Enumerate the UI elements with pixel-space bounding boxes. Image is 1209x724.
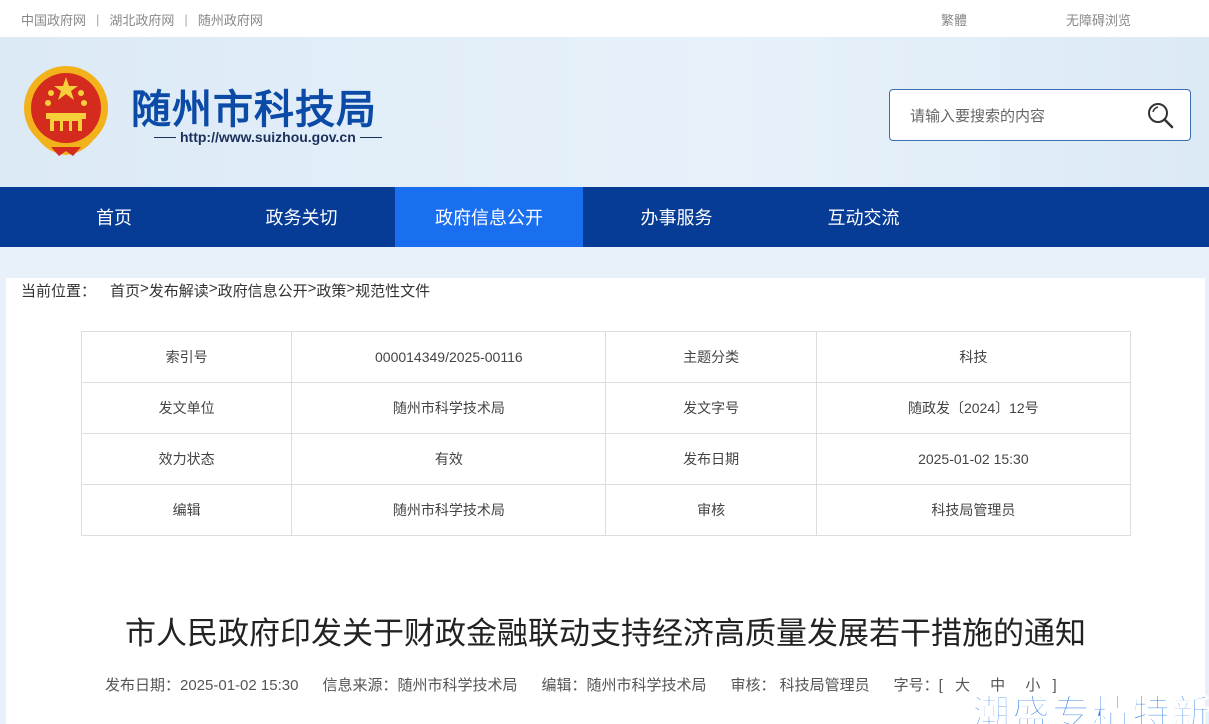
site-title: 随州市科技局 xyxy=(131,87,377,133)
nav-item-label: 政府信息公开 xyxy=(435,208,543,228)
gov-links: 中国政府网 | 湖北政府网 | 随州政府网 xyxy=(21,10,263,29)
national-emblem-icon xyxy=(24,66,108,156)
meta-label: 发文单位 xyxy=(80,382,293,434)
table-row: 索引号 000014349/2025-00116 主题分类 科技 xyxy=(80,331,1132,383)
reviewer: 审核： 科技局管理员 xyxy=(730,677,870,694)
meta-value: 科技局管理员 xyxy=(815,484,1132,536)
site-url-text: http://www.suizhou.gov.cn xyxy=(180,129,356,145)
meta-label: 发布日期 xyxy=(605,433,817,485)
main-nav: 首页 政务关切 政府信息公开 办事服务 互动交流 xyxy=(0,187,1209,247)
nav-item-home[interactable]: 首页 xyxy=(0,187,228,247)
meta-label: 效力状态 xyxy=(80,433,293,485)
top-utility-bar: 中国政府网 | 湖北政府网 | 随州政府网 繁體 无障碍浏览 xyxy=(0,0,1209,37)
nav-item-label: 首页 xyxy=(96,208,132,228)
decorative-dash xyxy=(359,136,382,138)
article-title: 市人民政府印发关于财政金融联动支持经济高质量发展若干措施的通知 xyxy=(125,616,1086,652)
meta-label: 审核 xyxy=(605,484,817,536)
meta-value: 随州市科学技术局 xyxy=(291,382,607,434)
search-input[interactable] xyxy=(910,104,1140,128)
publish-date: 发布日期：2025-01-02 15:30 xyxy=(105,677,299,694)
decorative-dash xyxy=(154,136,176,138)
breadcrumb-separator: > xyxy=(140,280,149,297)
breadcrumb-home[interactable]: 首页 xyxy=(110,280,140,301)
meta-label: 发文字号 xyxy=(605,382,817,434)
meta-value: 随政发〔2024〕12号 xyxy=(815,382,1132,434)
link-suizhou-gov[interactable]: 随州政府网 xyxy=(198,10,263,29)
editor: 编辑：随州市科学技术局 xyxy=(541,677,707,694)
accessibility-link[interactable]: 无障碍浏览 xyxy=(1066,10,1131,29)
breadcrumb-separator: > xyxy=(307,280,317,297)
nav-item-government-concerns[interactable]: 政务关切 xyxy=(228,187,375,247)
nav-item-label: 政务关切 xyxy=(265,208,338,228)
breadcrumb-release-interpretation[interactable]: 发布解读 xyxy=(149,280,209,301)
table-row: 效力状态 有效 发布日期 2025-01-02 15:30 xyxy=(80,433,1132,485)
nav-item-interaction[interactable]: 互动交流 xyxy=(770,187,957,247)
meta-value: 随州市科学技术局 xyxy=(291,484,607,536)
font-size-large-button[interactable]: 大 xyxy=(955,677,970,694)
breadcrumb-info-disclosure[interactable]: 政府信息公开 xyxy=(218,280,308,301)
site-url: http://www.suizhou.gov.cn xyxy=(150,129,386,145)
meta-value: 2025-01-02 15:30 xyxy=(815,433,1132,485)
meta-value: 科技 xyxy=(815,331,1132,383)
traditional-chinese-link[interactable]: 繁體 xyxy=(941,10,967,29)
separator: | xyxy=(96,12,100,27)
breadcrumb-policy[interactable]: 政策 xyxy=(316,280,346,301)
site-header: 随州市科技局 http://www.suizhou.gov.cn xyxy=(0,37,1209,187)
table-row: 编辑 随州市科学技术局 审核 科技局管理员 xyxy=(80,484,1132,536)
meta-value: 000014349/2025-00116 xyxy=(291,331,607,383)
breadcrumb-separator: > xyxy=(208,280,218,297)
meta-label: 主题分类 xyxy=(605,331,817,383)
nav-item-services[interactable]: 办事服务 xyxy=(583,187,770,247)
info-source: 信息来源：随州市科学技术局 xyxy=(322,677,518,694)
link-china-gov[interactable]: 中国政府网 xyxy=(21,10,86,29)
breadcrumb-normative-documents[interactable]: 规范性文件 xyxy=(355,280,430,301)
breadcrumb: 当前位置： 首页 > 发布解读 > 政府信息公开 > 政策 > 规范性文件 xyxy=(21,280,430,301)
search-icon[interactable] xyxy=(1144,100,1176,132)
breadcrumb-separator: > xyxy=(346,280,356,297)
nav-item-info-disclosure[interactable]: 政府信息公开 xyxy=(395,187,583,247)
search-box xyxy=(889,89,1191,141)
separator: | xyxy=(184,12,188,27)
meta-value: 有效 xyxy=(291,433,607,485)
nav-item-label: 互动交流 xyxy=(827,208,900,228)
watermark-overlay: 潮盛专精特新 xyxy=(971,692,1209,724)
link-hubei-gov[interactable]: 湖北政府网 xyxy=(109,10,174,29)
document-meta-table: 索引号 000014349/2025-00116 主题分类 科技 发文单位 随州… xyxy=(80,331,1132,536)
article-meta: 发布日期：2025-01-02 15:30 信息来源：随州市科学技术局 编辑：随… xyxy=(105,674,1057,695)
breadcrumb-label: 当前位置： xyxy=(21,283,97,300)
content-panel: 当前位置： 首页 > 发布解读 > 政府信息公开 > 政策 > 规范性文件 索引… xyxy=(6,278,1205,724)
meta-label: 编辑 xyxy=(80,484,293,536)
meta-label: 索引号 xyxy=(80,331,293,383)
table-row: 发文单位 随州市科学技术局 发文字号 随政发〔2024〕12号 xyxy=(80,382,1132,434)
nav-item-label: 办事服务 xyxy=(640,208,713,228)
font-size-label: 字号：[ xyxy=(893,677,943,694)
